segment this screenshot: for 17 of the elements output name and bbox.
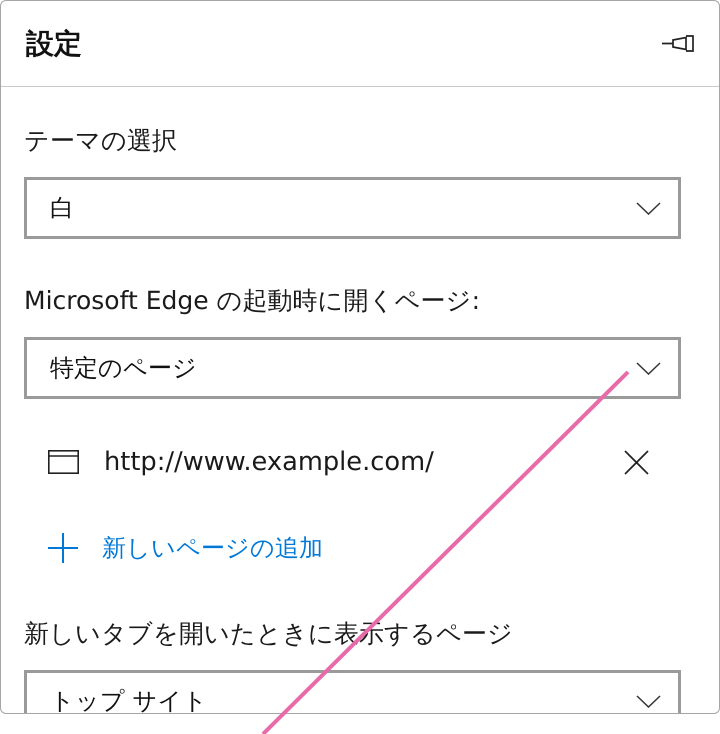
setting-label: Microsoft Edge の起動時に開くページ: [24,285,482,317]
chevron-down-icon [636,202,661,214]
chevron-down-icon [636,694,661,708]
plus-icon [48,533,78,563]
setting-label: テーマの選択 [24,125,178,157]
add-page-link[interactable]: 新しいページの追加 [48,528,323,568]
pin-button[interactable] [662,35,694,52]
dropdown[interactable]: 特定のページ [24,337,681,399]
page-url: http://www.example.com/ [104,446,434,478]
remove-button[interactable] [624,450,649,474]
dropdown[interactable]: トップ サイト [24,670,681,713]
close-icon [624,450,649,474]
chevron-down-icon [636,362,661,374]
pin-icon [662,35,694,52]
panel-title: 設定 [26,26,82,62]
browser-window-icon [48,450,79,474]
dropdown[interactable]: 白 [24,177,681,239]
